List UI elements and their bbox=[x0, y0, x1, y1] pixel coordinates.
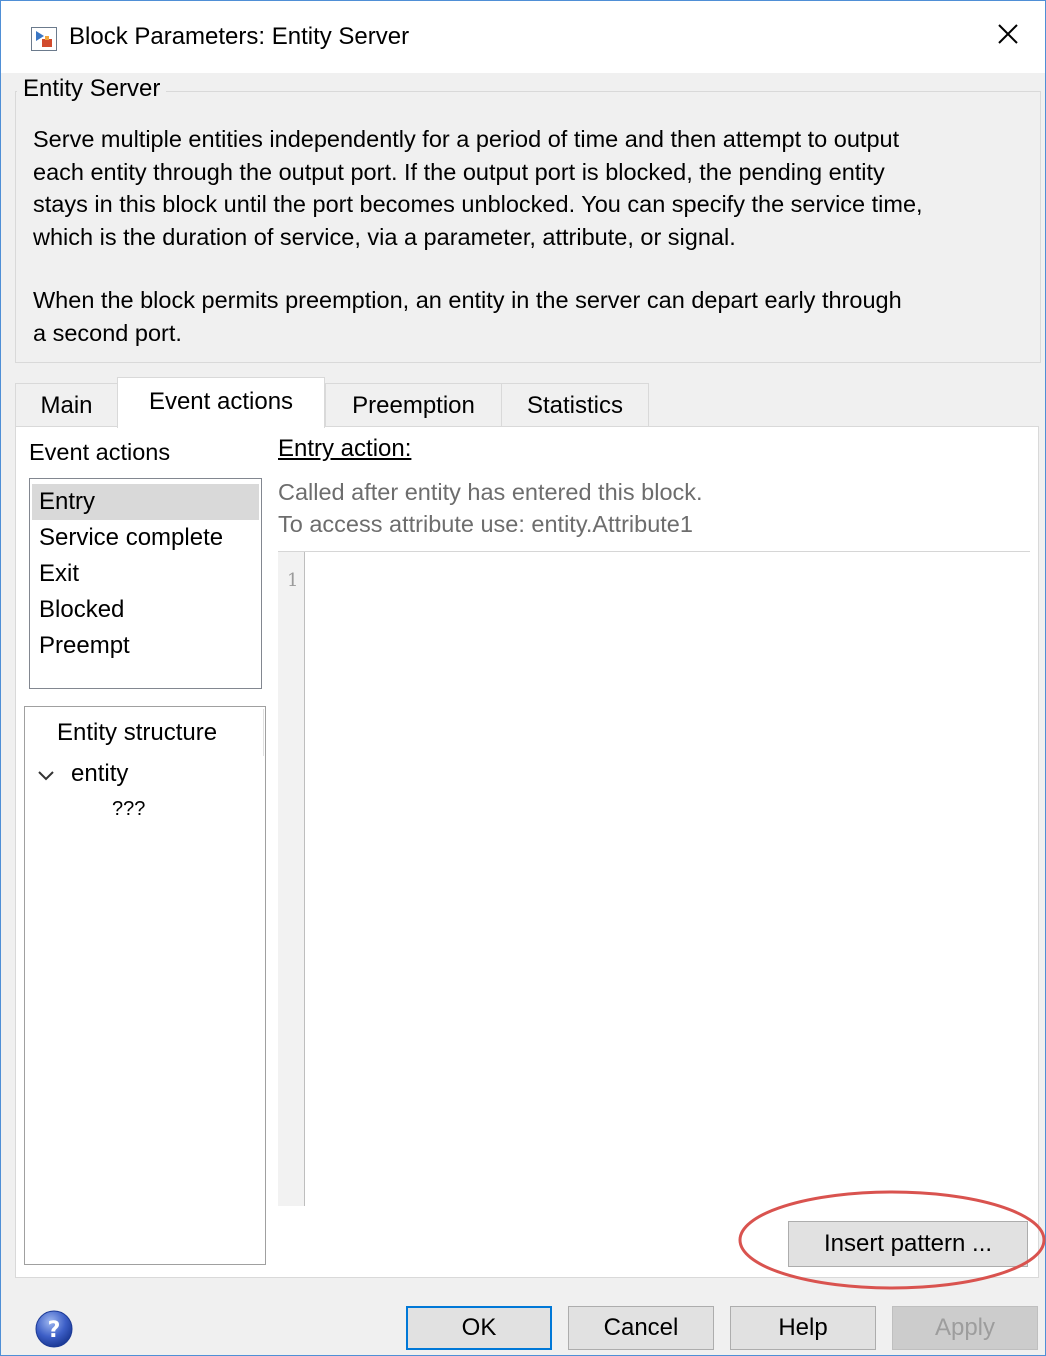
entry-action-heading: Entry action: bbox=[278, 435, 412, 462]
simulink-block-icon bbox=[31, 27, 57, 51]
entry-action-hint: Called after entity has entered this blo… bbox=[278, 479, 703, 505]
chevron-down-icon[interactable] bbox=[35, 765, 57, 787]
tab-statistics[interactable]: Statistics bbox=[501, 383, 649, 427]
description-heading: Entity Server bbox=[17, 75, 167, 103]
list-item-service-complete[interactable]: Service complete bbox=[32, 520, 259, 556]
line-number-gutter: 1 bbox=[278, 552, 305, 1206]
description-line: Serve multiple entities independently fo… bbox=[33, 126, 900, 152]
title-bar[interactable]: Block Parameters: Entity Server bbox=[1, 1, 1045, 73]
attribute-access-hint: To access attribute use: entity.Attribut… bbox=[278, 511, 693, 537]
list-item-blocked[interactable]: Blocked bbox=[32, 592, 259, 628]
block-parameters-dialog: Block Parameters: Entity Server Entity S… bbox=[0, 0, 1046, 1356]
cancel-button[interactable]: Cancel bbox=[568, 1306, 714, 1350]
description-line: a second port. bbox=[33, 319, 182, 346]
tab-preemption[interactable]: Preemption bbox=[325, 383, 502, 427]
event-actions-list[interactable]: Entry Service complete Exit Blocked Pree… bbox=[29, 478, 262, 689]
description-line: When the block permits preemption, an en… bbox=[33, 287, 902, 313]
window-title: Block Parameters: Entity Server bbox=[69, 23, 410, 50]
entity-structure-tree[interactable] bbox=[24, 706, 266, 1265]
tree-node-child[interactable]: ??? bbox=[112, 798, 145, 821]
tab-bar: Main Event actions Preemption Statistics bbox=[15, 377, 1039, 428]
column-divider bbox=[263, 709, 264, 756]
question-mark-icon[interactable]: ? bbox=[34, 1309, 74, 1349]
code-editor[interactable]: 1 bbox=[278, 551, 1030, 1207]
close-icon bbox=[997, 23, 1019, 50]
apply-button[interactable]: Apply bbox=[892, 1306, 1038, 1350]
description-line: stays in this block until the port becom… bbox=[33, 191, 923, 217]
tab-event-actions[interactable]: Event actions bbox=[117, 377, 325, 428]
svg-text:?: ? bbox=[48, 1318, 61, 1343]
code-input-area[interactable] bbox=[306, 552, 1030, 1207]
list-item-exit[interactable]: Exit bbox=[32, 556, 259, 592]
description-line: which is the duration of service, via a … bbox=[33, 223, 736, 250]
list-item-preempt[interactable]: Preempt bbox=[32, 628, 259, 664]
insert-pattern-button[interactable]: Insert pattern ... bbox=[788, 1221, 1028, 1267]
ok-button[interactable]: OK bbox=[406, 1306, 552, 1350]
event-actions-label: Event actions bbox=[29, 439, 171, 465]
list-item-entry[interactable]: Entry bbox=[32, 484, 259, 520]
description-line: each entity through the output port. If … bbox=[33, 158, 885, 185]
help-button[interactable]: Help bbox=[730, 1306, 876, 1350]
entity-structure-header: Entity structure bbox=[57, 719, 218, 746]
tree-node-entity[interactable]: entity bbox=[71, 760, 128, 788]
close-button[interactable] bbox=[983, 13, 1033, 59]
block-description: Serve multiple entities independently fo… bbox=[33, 123, 1023, 349]
tab-main[interactable]: Main bbox=[15, 383, 118, 427]
line-number: 1 bbox=[287, 570, 299, 591]
